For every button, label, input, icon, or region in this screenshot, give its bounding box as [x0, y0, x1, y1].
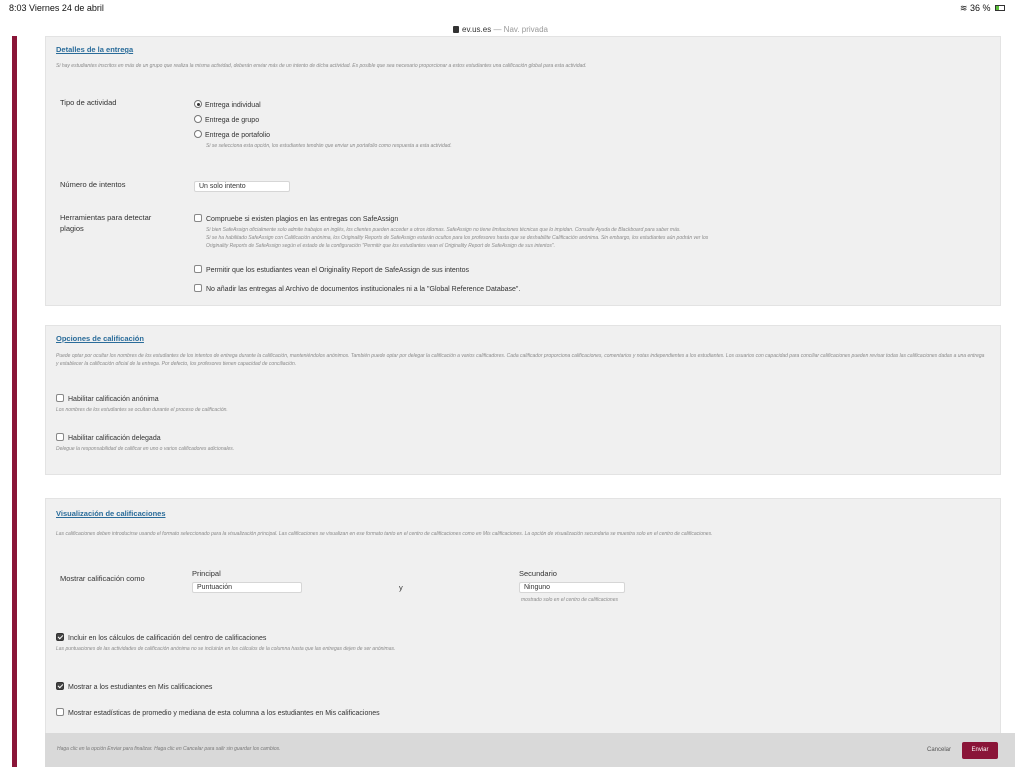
checkbox-icon[interactable] [194, 265, 202, 273]
secondary-display-note: mostrado solo en el centro de calificaci… [521, 597, 618, 603]
primary-display-select[interactable]: Puntuación [192, 582, 302, 593]
submit-button[interactable]: Enviar [962, 742, 998, 759]
show-to-students-checkbox[interactable]: Mostrar a los estudiantes en Mis calific… [56, 682, 212, 691]
include-in-calculations-note: Las puntuaciones de las actividades de c… [56, 646, 396, 652]
radio-icon[interactable] [194, 130, 202, 138]
safeassign-note-3: Originality Reports de SafeAssign según … [206, 243, 556, 249]
checkbox-checked-icon[interactable] [56, 682, 64, 690]
grading-options-title: Opciones de calificación [56, 334, 144, 343]
radio-group[interactable]: Entrega de grupo [194, 115, 259, 124]
wifi-icon: ≋ [959, 3, 968, 13]
show-statistics-checkbox[interactable]: Mostrar estadísticas de promedio y media… [56, 708, 380, 717]
address-url: ev.us.es [462, 25, 492, 34]
page-content: Detalles de la entrega Si hay estudiante… [17, 36, 1015, 767]
anonymous-grading-checkbox[interactable]: Habilitar calificación anónima [56, 394, 159, 403]
attempts-label: Número de intentos [60, 180, 126, 189]
attempts-select[interactable]: Un solo intento [194, 181, 290, 192]
submit-footer: Haga clic en la opción Enviar para final… [45, 733, 1015, 767]
activity-type-label: Tipo de actividad [60, 98, 117, 107]
checkbox-checked-icon[interactable] [56, 633, 64, 641]
display-connector: y [399, 583, 403, 592]
cancel-button[interactable]: Cancelar [920, 744, 958, 757]
battery-icon [995, 5, 1005, 11]
show-grade-as-label: Mostrar calificación como [60, 574, 145, 583]
radio-icon[interactable] [194, 115, 202, 123]
delegated-grading-checkbox[interactable]: Habilitar calificación delegada [56, 433, 161, 442]
delivery-details-description: Si hay estudiantes inscritos en más de u… [56, 63, 587, 69]
anonymous-grading-note: Los nombres de los estudiantes se oculta… [56, 407, 228, 413]
secondary-display-select[interactable]: Ninguno [519, 582, 625, 593]
address-bar[interactable]: ev.us.es — Nav. privada [453, 25, 548, 34]
secondary-label: Secundario [519, 569, 557, 578]
checkbox-icon[interactable] [56, 394, 64, 402]
delivery-details-panel: Detalles de la entrega Si hay estudiante… [45, 36, 1001, 306]
status-time-date: 8:03 Viernes 24 de abril [9, 3, 104, 13]
grading-options-description: Puede optar por ocultar los nombres de l… [56, 353, 985, 367]
status-right: ≋ 36 % [960, 3, 1005, 14]
battery-level: 36 % [969, 3, 991, 13]
allow-view-report-checkbox[interactable]: Permitir que los estudiantes vean el Ori… [194, 265, 469, 274]
portfolio-note: Si se selecciona esta opción, los estudi… [206, 143, 452, 149]
status-time: 8:03 [9, 3, 27, 13]
safeassign-note-2: Si se ha habilitado SafeAssign con Calif… [206, 235, 709, 241]
grade-display-title: Visualización de calificaciones [56, 509, 166, 518]
radio-icon-checked[interactable] [194, 100, 202, 108]
grade-display-description: Las calificaciones deben introducirse us… [56, 531, 713, 537]
safeassign-checkbox[interactable]: Compruebe si existen plagios en las entr… [194, 214, 398, 223]
footer-hint: Haga clic en la opción Enviar para final… [57, 746, 281, 752]
no-global-db-checkbox[interactable]: No añadir las entregas al Archivo de doc… [194, 284, 520, 293]
checkbox-icon[interactable] [56, 433, 64, 441]
grade-display-panel: Visualización de calificaciones Las cali… [45, 498, 1001, 767]
delivery-details-title: Detalles de la entrega [56, 45, 134, 54]
checkbox-icon[interactable] [194, 214, 202, 222]
checkbox-icon[interactable] [56, 708, 64, 716]
delegated-grading-note: Delegue la responsabilidad de calificar … [56, 446, 235, 452]
status-bar: 8:03 Viernes 24 de abril ev.us.es — Nav.… [0, 0, 1015, 36]
lock-icon [453, 26, 459, 33]
private-mode-label: — Nav. privada [493, 25, 548, 34]
safeassign-note-1: Si bien SafeAssign oficialmente solo adm… [206, 227, 681, 233]
grading-options-panel: Opciones de calificación Puede optar por… [45, 325, 1001, 475]
checkbox-icon[interactable] [194, 284, 202, 292]
include-in-calculations-checkbox[interactable]: Incluir en los cálculos de calificación … [56, 633, 266, 642]
primary-label: Principal [192, 569, 221, 578]
plagiarism-tools-label: Herramientas para detectar plagios [60, 213, 152, 233]
radio-portfolio[interactable]: Entrega de portafolio [194, 130, 270, 139]
status-date: Viernes 24 de abril [29, 3, 104, 13]
radio-individual[interactable]: Entrega individual [194, 100, 261, 109]
